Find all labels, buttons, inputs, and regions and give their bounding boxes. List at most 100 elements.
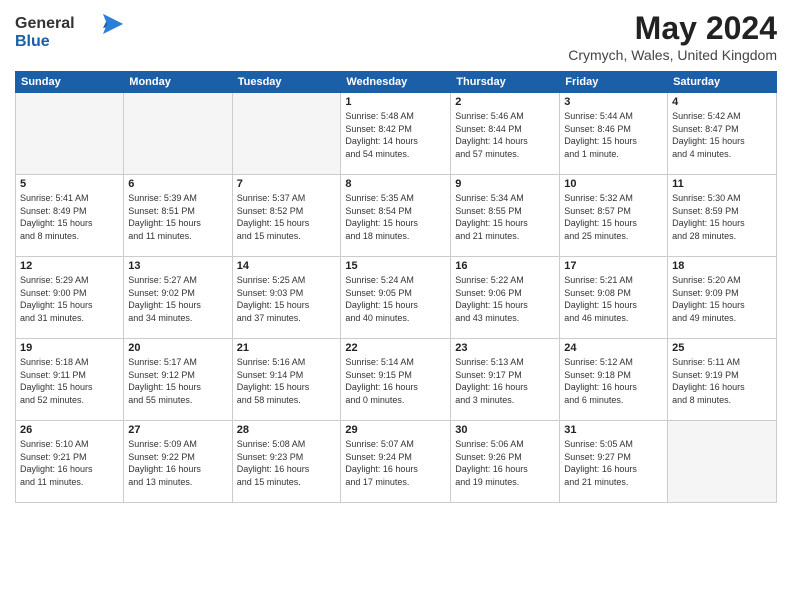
- day-number: 2: [455, 96, 555, 108]
- calendar-cell: 22 Sunrise: 5:14 AM Sunset: 9:15 PM Dayli…: [341, 339, 451, 421]
- day-number: 12: [20, 260, 119, 272]
- day-number: 21: [237, 342, 337, 354]
- day-number: 3: [564, 96, 663, 108]
- day-info: Sunrise: 5:39 AM Sunset: 8:51 PM Dayligh…: [128, 192, 227, 242]
- calendar-cell: 10 Sunrise: 5:32 AM Sunset: 8:57 PM Dayli…: [560, 175, 668, 257]
- calendar-cell: 6 Sunrise: 5:39 AM Sunset: 8:51 PM Daylig…: [124, 175, 232, 257]
- day-info: Sunrise: 5:18 AM Sunset: 9:11 PM Dayligh…: [20, 356, 119, 406]
- day-number: 22: [345, 342, 446, 354]
- day-info: Sunrise: 5:37 AM Sunset: 8:52 PM Dayligh…: [237, 192, 337, 242]
- day-info: Sunrise: 5:29 AM Sunset: 9:00 PM Dayligh…: [20, 274, 119, 324]
- calendar-cell: 14 Sunrise: 5:25 AM Sunset: 9:03 PM Dayli…: [232, 257, 341, 339]
- day-info: Sunrise: 5:17 AM Sunset: 9:12 PM Dayligh…: [128, 356, 227, 406]
- day-number: 4: [672, 96, 772, 108]
- day-number: 25: [672, 342, 772, 354]
- day-info: Sunrise: 5:25 AM Sunset: 9:03 PM Dayligh…: [237, 274, 337, 324]
- calendar-cell: 25 Sunrise: 5:11 AM Sunset: 9:19 PM Dayli…: [668, 339, 777, 421]
- day-info: Sunrise: 5:07 AM Sunset: 9:24 PM Dayligh…: [345, 438, 446, 488]
- day-number: 17: [564, 260, 663, 272]
- calendar-cell: 16 Sunrise: 5:22 AM Sunset: 9:06 PM Dayli…: [451, 257, 560, 339]
- day-number: 20: [128, 342, 227, 354]
- week-row-4: 19Sunrise: 5:18 AM Sunset: 9:11 PM Dayli…: [16, 339, 777, 421]
- calendar-cell: 31 Sunrise: 5:05 AM Sunset: 9:27 PM Dayli…: [560, 421, 668, 503]
- day-number: 31: [564, 424, 663, 436]
- day-number: 18: [672, 260, 772, 272]
- weekday-header-row: SundayMondayTuesdayWednesdayThursdayFrid…: [16, 72, 777, 93]
- location: Crymych, Wales, United Kingdom: [568, 47, 777, 63]
- calendar-cell: 5Sunrise: 5:41 AM Sunset: 8:49 PM Daylig…: [16, 175, 124, 257]
- day-number: 8: [345, 178, 446, 190]
- calendar-cell: 12 Sunrise: 5:29 AM Sunset: 9:00 PM Dayli…: [16, 257, 124, 339]
- day-number: 1: [345, 96, 446, 108]
- calendar-cell: 8 Sunrise: 5:35 AM Sunset: 8:54 PM Daylig…: [341, 175, 451, 257]
- day-number: 5: [20, 178, 119, 190]
- calendar-cell: 4 Sunrise: 5:42 AM Sunset: 8:47 PM Daylig…: [668, 93, 777, 175]
- page: General Blue May 2024 Crymych, Wales, Un…: [0, 0, 792, 513]
- calendar: SundayMondayTuesdayWednesdayThursdayFrid…: [15, 71, 777, 503]
- day-info: Sunrise: 5:27 AM Sunset: 9:02 PM Dayligh…: [128, 274, 227, 324]
- week-row-5: 26Sunrise: 5:10 AM Sunset: 9:21 PM Dayli…: [16, 421, 777, 503]
- day-info: Sunrise: 5:10 AM Sunset: 9:21 PM Dayligh…: [20, 438, 119, 488]
- weekday-header-monday: Monday: [124, 72, 232, 93]
- logo-icon: General Blue: [15, 10, 125, 54]
- day-info: Sunrise: 5:11 AM Sunset: 9:19 PM Dayligh…: [672, 356, 772, 406]
- calendar-cell: 11Sunrise: 5:30 AM Sunset: 8:59 PM Dayli…: [668, 175, 777, 257]
- day-info: Sunrise: 5:09 AM Sunset: 9:22 PM Dayligh…: [128, 438, 227, 488]
- day-number: 16: [455, 260, 555, 272]
- calendar-cell: 9 Sunrise: 5:34 AM Sunset: 8:55 PM Daylig…: [451, 175, 560, 257]
- logo: General Blue: [15, 10, 125, 59]
- weekday-header-saturday: Saturday: [668, 72, 777, 93]
- day-info: Sunrise: 5:08 AM Sunset: 9:23 PM Dayligh…: [237, 438, 337, 488]
- day-info: Sunrise: 5:35 AM Sunset: 8:54 PM Dayligh…: [345, 192, 446, 242]
- calendar-cell: 2 Sunrise: 5:46 AM Sunset: 8:44 PM Daylig…: [451, 93, 560, 175]
- day-info: Sunrise: 5:14 AM Sunset: 9:15 PM Dayligh…: [345, 356, 446, 406]
- week-row-3: 12 Sunrise: 5:29 AM Sunset: 9:00 PM Dayli…: [16, 257, 777, 339]
- calendar-cell: 30Sunrise: 5:06 AM Sunset: 9:26 PM Dayli…: [451, 421, 560, 503]
- calendar-cell: 24 Sunrise: 5:12 AM Sunset: 9:18 PM Dayli…: [560, 339, 668, 421]
- calendar-cell: 17Sunrise: 5:21 AM Sunset: 9:08 PM Dayli…: [560, 257, 668, 339]
- calendar-cell: [16, 93, 124, 175]
- day-number: 9: [455, 178, 555, 190]
- title-block: May 2024 Crymych, Wales, United Kingdom: [568, 10, 777, 63]
- svg-text:Blue: Blue: [15, 33, 50, 50]
- day-number: 14: [237, 260, 337, 272]
- calendar-cell: 28Sunrise: 5:08 AM Sunset: 9:23 PM Dayli…: [232, 421, 341, 503]
- weekday-header-friday: Friday: [560, 72, 668, 93]
- day-info: Sunrise: 5:05 AM Sunset: 9:27 PM Dayligh…: [564, 438, 663, 488]
- calendar-cell: 13 Sunrise: 5:27 AM Sunset: 9:02 PM Dayli…: [124, 257, 232, 339]
- calendar-cell: 23Sunrise: 5:13 AM Sunset: 9:17 PM Dayli…: [451, 339, 560, 421]
- calendar-cell: 15 Sunrise: 5:24 AM Sunset: 9:05 PM Dayli…: [341, 257, 451, 339]
- day-info: Sunrise: 5:20 AM Sunset: 9:09 PM Dayligh…: [672, 274, 772, 324]
- weekday-header-tuesday: Tuesday: [232, 72, 341, 93]
- header: General Blue May 2024 Crymych, Wales, Un…: [15, 10, 777, 63]
- weekday-header-wednesday: Wednesday: [341, 72, 451, 93]
- day-number: 15: [345, 260, 446, 272]
- day-info: Sunrise: 5:48 AM Sunset: 8:42 PM Dayligh…: [345, 110, 446, 160]
- month-year: May 2024: [568, 10, 777, 47]
- calendar-cell: 1 Sunrise: 5:48 AM Sunset: 8:42 PM Daylig…: [341, 93, 451, 175]
- day-number: 24: [564, 342, 663, 354]
- svg-text:General: General: [15, 15, 75, 32]
- calendar-cell: 7Sunrise: 5:37 AM Sunset: 8:52 PM Daylig…: [232, 175, 341, 257]
- day-info: Sunrise: 5:24 AM Sunset: 9:05 PM Dayligh…: [345, 274, 446, 324]
- calendar-cell: [124, 93, 232, 175]
- calendar-cell: 18 Sunrise: 5:20 AM Sunset: 9:09 PM Dayli…: [668, 257, 777, 339]
- calendar-cell: [668, 421, 777, 503]
- day-info: Sunrise: 5:34 AM Sunset: 8:55 PM Dayligh…: [455, 192, 555, 242]
- calendar-cell: [232, 93, 341, 175]
- calendar-cell: 19Sunrise: 5:18 AM Sunset: 9:11 PM Dayli…: [16, 339, 124, 421]
- logo-text: General Blue: [15, 10, 125, 59]
- day-number: 6: [128, 178, 227, 190]
- day-info: Sunrise: 5:13 AM Sunset: 9:17 PM Dayligh…: [455, 356, 555, 406]
- day-number: 29: [345, 424, 446, 436]
- day-number: 13: [128, 260, 227, 272]
- weekday-header-sunday: Sunday: [16, 72, 124, 93]
- day-number: 10: [564, 178, 663, 190]
- week-row-2: 5Sunrise: 5:41 AM Sunset: 8:49 PM Daylig…: [16, 175, 777, 257]
- day-number: 27: [128, 424, 227, 436]
- day-info: Sunrise: 5:22 AM Sunset: 9:06 PM Dayligh…: [455, 274, 555, 324]
- day-info: Sunrise: 5:46 AM Sunset: 8:44 PM Dayligh…: [455, 110, 555, 160]
- day-info: Sunrise: 5:12 AM Sunset: 9:18 PM Dayligh…: [564, 356, 663, 406]
- day-info: Sunrise: 5:42 AM Sunset: 8:47 PM Dayligh…: [672, 110, 772, 160]
- day-info: Sunrise: 5:32 AM Sunset: 8:57 PM Dayligh…: [564, 192, 663, 242]
